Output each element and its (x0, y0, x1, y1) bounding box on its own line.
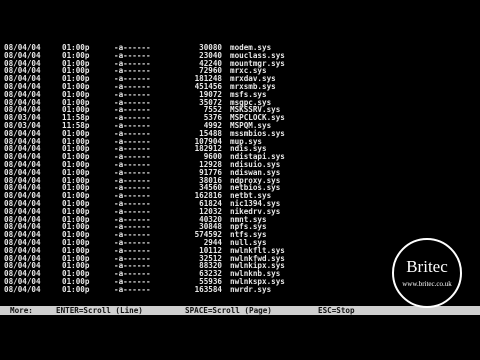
space-scroll-page-hint[interactable]: SPACE=Scroll (Page) (185, 306, 272, 315)
esc-stop-hint[interactable]: ESC=Stop (318, 306, 355, 315)
more-prompt-bar: More: ENTER=Scroll (Line) SPACE=Scroll (… (0, 306, 480, 315)
enter-scroll-line-hint[interactable]: ENTER=Scroll (Line) (56, 306, 143, 315)
file-size: 163584 (194, 284, 222, 294)
file-date: 08/04/04 (4, 284, 41, 294)
logo-name: Britec (406, 257, 448, 276)
more-label: More: (10, 306, 33, 315)
logo-url: www.britec.co.uk (402, 280, 452, 288)
letterbox-bottom (0, 318, 480, 360)
file-time: 01:00p (62, 284, 90, 294)
britec-logo: Britec www.britec.co.uk (392, 238, 462, 308)
file-attributes: -a------ (114, 284, 151, 294)
file-name: nwrdr.sys (230, 284, 272, 294)
letterbox-top (0, 0, 480, 44)
